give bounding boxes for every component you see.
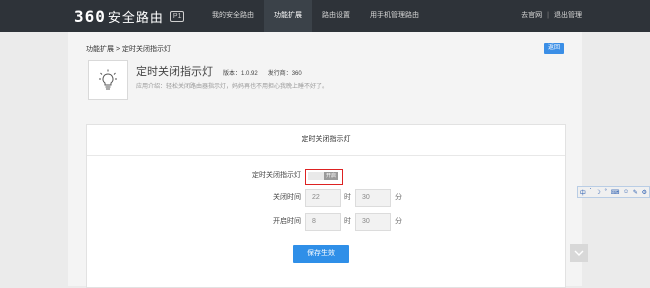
official-site-link[interactable]: 去官网 bbox=[521, 0, 542, 32]
off-minute-unit: 分 bbox=[395, 194, 402, 201]
off-hour-unit: 时 bbox=[344, 194, 351, 201]
ime-keyboard-icon[interactable]: ⌨ bbox=[611, 189, 620, 196]
ime-punct-icon[interactable]: ˋ bbox=[590, 189, 592, 195]
ime-dot-icon[interactable]: ° bbox=[604, 189, 606, 195]
app-publisher: 发行商：360 bbox=[267, 71, 302, 77]
panel-title: 定时关闭指示灯 bbox=[87, 125, 565, 156]
brand-number: 360 bbox=[74, 6, 106, 26]
toggle-state: 开启 bbox=[324, 172, 338, 180]
toggle-highlight: 开启 bbox=[305, 169, 343, 185]
on-minute-input[interactable]: 30 bbox=[355, 213, 391, 231]
on-time-label: 开启时间 bbox=[273, 218, 301, 225]
app-title: 定时关闭指示灯 bbox=[136, 66, 213, 78]
ime-moon-icon[interactable]: ☽ bbox=[595, 189, 600, 196]
save-button[interactable]: 保存生效 bbox=[293, 245, 349, 263]
model-badge: P1 bbox=[169, 10, 185, 22]
off-time-row: 关闭时间 22 时 30 分 bbox=[87, 189, 565, 207]
back-button[interactable]: 返回 bbox=[544, 43, 564, 54]
main-content: 功能扩展 > 定时关闭指示灯 返回 定时关闭指示灯 版本：1.0.92 发行商：… bbox=[68, 32, 582, 288]
off-minute-input[interactable]: 30 bbox=[355, 189, 391, 207]
nav-mobile-manage[interactable]: 用手机管理路由 bbox=[360, 0, 429, 32]
toggle-row: 定时关闭指示灯 开启 bbox=[87, 167, 565, 185]
main-nav: 我的安全路由 功能扩展 路由设置 用手机管理路由 bbox=[202, 0, 429, 32]
off-time-label: 关闭时间 bbox=[273, 194, 301, 201]
ime-toolbar: 中 ˋ ☽ ° ⌨ ☺ ✎ ⚙ bbox=[577, 186, 650, 198]
ime-emoji-icon[interactable]: ☺ bbox=[623, 189, 629, 195]
on-minute-unit: 分 bbox=[395, 218, 402, 225]
on-hour-input[interactable]: 8 bbox=[305, 213, 341, 231]
on-time-row: 开启时间 8 时 30 分 bbox=[87, 213, 565, 231]
app-icon-box bbox=[88, 60, 128, 100]
ime-settings-icon[interactable]: ⚙ bbox=[642, 189, 647, 196]
lightbulb-icon bbox=[99, 69, 117, 90]
link-separator: | bbox=[547, 12, 549, 19]
nav-my-router[interactable]: 我的安全路由 bbox=[202, 0, 264, 32]
settings-panel: 定时关闭指示灯 定时关闭指示灯 开启 关闭时间 22 时 30 分 开启时间 8… bbox=[86, 124, 566, 288]
toggle-label: 定时关闭指示灯 bbox=[252, 172, 301, 179]
brand-logo[interactable]: 360 安全路由 P1 bbox=[74, 6, 185, 26]
nav-extensions[interactable]: 功能扩展 bbox=[264, 0, 312, 32]
app-description: 应用介绍：轻松关闭路由器指示灯，妈妈再也不用担心我晚上睡不好了。 bbox=[136, 84, 329, 90]
ime-chinese-icon[interactable]: 中 bbox=[580, 188, 586, 197]
scroll-down-button[interactable] bbox=[570, 244, 588, 262]
app-header: 定时关闭指示灯 版本：1.0.92 发行商：360 bbox=[136, 63, 302, 79]
ime-edit-icon[interactable]: ✎ bbox=[633, 189, 638, 196]
chevron-down-icon bbox=[574, 250, 584, 256]
led-schedule-toggle[interactable]: 开启 bbox=[308, 172, 338, 180]
on-hour-unit: 时 bbox=[344, 218, 351, 225]
breadcrumb: 功能扩展 > 定时关闭指示灯 bbox=[86, 46, 171, 53]
brand-name: 安全路由 bbox=[107, 9, 164, 25]
logout-link[interactable]: 退出管理 bbox=[554, 0, 582, 32]
top-right-links: 去官网 | 退出管理 bbox=[521, 0, 582, 32]
top-nav-bar: 360 安全路由 P1 我的安全路由 功能扩展 路由设置 用手机管理路由 去官网… bbox=[0, 0, 650, 32]
off-hour-input[interactable]: 22 bbox=[305, 189, 341, 207]
app-version: 版本：1.0.92 bbox=[223, 71, 258, 77]
nav-router-settings[interactable]: 路由设置 bbox=[312, 0, 360, 32]
